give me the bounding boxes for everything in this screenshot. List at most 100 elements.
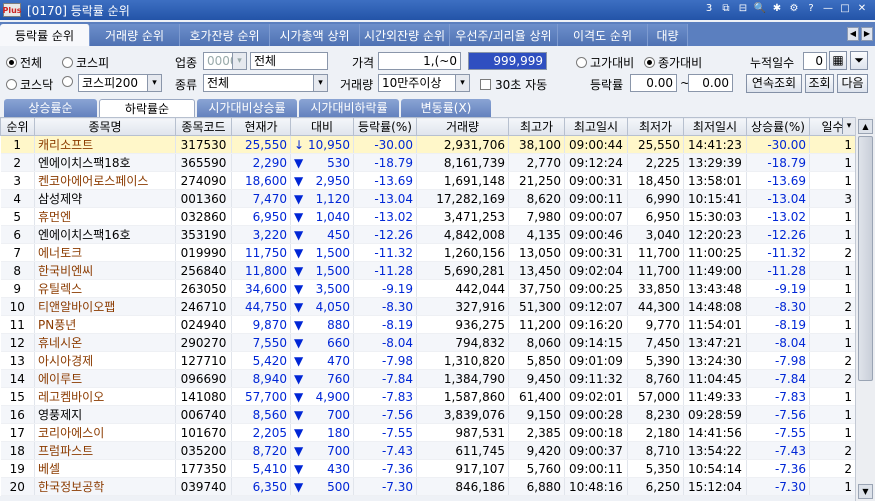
table-row[interactable]: 20 한국정보공학 039740 6,350 ▼ 500 -7.30 846,186 6,880… (0, 477, 856, 496)
filter-button[interactable]: ⏷ (850, 51, 868, 70)
table-row[interactable]: 19 베셀 177350 5,410 ▼ 430 -7.36 917,107 5,760 09:0… (0, 459, 856, 478)
basis-high-radio[interactable]: 고가대비 (576, 54, 634, 71)
table-row[interactable]: 4 삼성제약 001360 7,470 ▼ 1,120 -13.04 17,282,169 8,… (0, 189, 856, 208)
cell-rise-rate: -8.30 (746, 297, 810, 316)
change-value: 500 (327, 479, 350, 494)
col-price[interactable]: 현재가 (231, 117, 291, 136)
table-row[interactable]: 16 영풍제지 006740 8,560 ▼ 700 -7.56 3,839,076 9,150… (0, 405, 856, 424)
pin-icon[interactable]: ✱ (770, 2, 784, 16)
tab-order-book[interactable]: 호가잔량 순위 (180, 24, 270, 46)
cell-volume: 917,107 (416, 459, 509, 478)
price-to-field[interactable]: 999,999 (468, 52, 547, 70)
table-row[interactable]: 11 PN풍년 024940 9,870 ▼ 880 -8.19 936,275 11,200 0… (0, 315, 856, 334)
table-row[interactable]: 8 한국비엔씨 256840 11,800 ▼ 1,500 -11.28 5,690,281 1… (0, 261, 856, 280)
continuous-query-button[interactable]: 연속조회 (746, 74, 802, 93)
table-row[interactable]: 12 휴네시온 290270 7,550 ▼ 660 -8.04 794,832 8,060 09… (0, 333, 856, 352)
rate-from-field[interactable]: 0.00 (630, 74, 677, 92)
days-field[interactable]: 0 (803, 52, 827, 70)
change-value: 4,050 (315, 299, 350, 314)
col-low-time[interactable]: 최저일시 (683, 117, 747, 136)
cell-days: 1 (809, 135, 856, 154)
tab-volatility[interactable]: 변동률(X) (401, 99, 491, 117)
table-row[interactable]: 5 휴먼엔 032860 6,950 ▼ 1,040 -13.02 3,471,253 7,98… (0, 207, 856, 226)
rate-to-field[interactable]: 0.00 (688, 74, 733, 92)
table-row[interactable]: 15 레고켐바이오 141080 57,700 ▼ 4,900 -7.83 1,587,860… (0, 387, 856, 406)
scroll-thumb[interactable] (858, 136, 873, 381)
industry-code-select[interactable]: 0000 (203, 52, 247, 70)
scroll-up-icon[interactable]: ▲ (858, 119, 873, 134)
tab-rise-fall-rate[interactable]: 등락률 순위 (0, 24, 90, 46)
maximize-icon[interactable]: □ (838, 2, 852, 16)
col-change[interactable]: 대비 (290, 117, 354, 136)
cell-low: 2,225 (627, 153, 684, 172)
help-icon[interactable]: ? (804, 2, 818, 16)
vertical-scrollbar[interactable]: ▲ ▼ (855, 117, 875, 501)
market-kosdaq-radio[interactable]: 코스닥 (6, 76, 53, 93)
table-row[interactable]: 1 캐리소프트 317530 25,550 ↓ 10,950 -30.00 2,931,706… (0, 135, 856, 154)
tab-open-rise-rate[interactable]: 시가대비상승률 (197, 99, 297, 117)
col-high-time[interactable]: 최고일시 (564, 117, 628, 136)
col-name[interactable]: 종목명 (34, 117, 176, 136)
table-row[interactable]: 9 유틸렉스 263050 34,600 ▼ 3,500 -9.19 442,044 37,75… (0, 279, 856, 298)
link-icon[interactable]: ⧉ (719, 2, 733, 16)
col-high[interactable]: 최고가 (508, 117, 565, 136)
minimize-panel-icon[interactable]: ⊟ (736, 2, 750, 16)
screen-number-icon[interactable]: 3 (702, 2, 716, 16)
col-volume[interactable]: 거래량 (416, 117, 509, 136)
table-row[interactable]: 14 에이루트 096690 8,940 ▼ 760 -7.84 1,384,790 9,450… (0, 369, 856, 388)
tab-preferred-stock[interactable]: 우선주/괴리율 상위 (450, 24, 558, 46)
cell-rank: 19 (0, 459, 35, 478)
basis-close-radio[interactable]: 종가대비 (644, 54, 702, 71)
index-radio[interactable] (62, 76, 76, 87)
market-all-radio[interactable]: 전체 (6, 54, 42, 71)
cell-price: 6,950 (231, 207, 291, 226)
tab-fall-rate[interactable]: 하락률순 (99, 99, 195, 117)
tab-bulk[interactable]: 대량 (648, 24, 688, 46)
down-arrow-icon: ▼ (294, 245, 304, 260)
col-rise-rate[interactable]: 상승률(%) (746, 117, 810, 136)
table-row[interactable]: 7 에너토크 019990 11,750 ▼ 1,500 -11.32 1,260,156 13… (0, 243, 856, 262)
table-row[interactable]: 13 아시아경제 127710 5,420 ▼ 470 -7.98 1,310,820 5,85… (0, 351, 856, 370)
table-row[interactable]: 3 켄코아에어로스페이스 274090 18,600 ▼ 2,950 -13.69 1,691… (0, 171, 856, 190)
cell-low: 6,950 (627, 207, 684, 226)
col-code[interactable]: 종목코드 (175, 117, 232, 136)
cell-code: 317530 (175, 135, 232, 154)
tab-scroll-left-icon[interactable]: ◀ (847, 27, 859, 41)
table-row[interactable]: 6 엔에이치스팩16호 353190 3,220 ▼ 450 -12.26 4,842,008… (0, 225, 856, 244)
col-rank[interactable]: 순위 (0, 117, 35, 136)
tab-rise-rate[interactable]: 상승률순 (4, 99, 97, 117)
tab-after-hours[interactable]: 시간외잔량 순위 (360, 24, 450, 46)
close-icon[interactable]: ✕ (855, 2, 869, 16)
change-value: 1,120 (315, 191, 350, 206)
type-select[interactable]: 전체 (203, 74, 328, 92)
volume-select[interactable]: 10만주이상 (378, 74, 470, 92)
cell-price: 25,550 (231, 135, 291, 154)
auto-30s-checkbox[interactable]: 30초 자동 (480, 76, 547, 93)
cell-days: 1 (809, 405, 856, 424)
index-select[interactable]: 코스피200 (78, 74, 162, 92)
next-button[interactable]: 다음 (837, 74, 868, 93)
calendar-button[interactable]: ▦ (829, 51, 847, 70)
scroll-down-icon[interactable]: ▼ (858, 484, 873, 499)
tab-scroll-right-icon[interactable]: ▶ (861, 27, 873, 41)
cell-rate: -18.79 (353, 153, 417, 172)
tab-market-cap[interactable]: 시가총액 상위 (270, 24, 360, 46)
col-rate[interactable]: 등락률(%) (353, 117, 417, 136)
table-row[interactable]: 10 티앤알바이오팹 246710 44,750 ▼ 4,050 -8.30 327,916 5… (0, 297, 856, 316)
down-arrow-icon: ↓ (294, 137, 305, 152)
cell-rate: -7.98 (353, 351, 417, 370)
table-row[interactable]: 2 엔에이치스팩18호 365590 2,290 ▼ 530 -18.79 8,161,739… (0, 153, 856, 172)
minimize-icon[interactable]: — (821, 2, 835, 16)
tab-disparity[interactable]: 이격도 순위 (558, 24, 648, 46)
col-low[interactable]: 최저가 (627, 117, 684, 136)
market-kospi-radio[interactable]: 코스피 (62, 54, 109, 71)
settings-icon[interactable]: ⚙ (787, 2, 801, 16)
tab-open-fall-rate[interactable]: 시가대비하락률 (299, 99, 399, 117)
table-row[interactable]: 18 프럼파스트 035200 8,720 ▼ 700 -7.43 611,745 9,420 0… (0, 441, 856, 460)
zoom-icon[interactable]: 🔍 (753, 2, 767, 16)
price-from-field[interactable]: 1,(~0 (378, 52, 461, 70)
tab-volume[interactable]: 거래량 순위 (90, 24, 180, 46)
industry-name-field[interactable]: 전체 (250, 52, 328, 70)
query-button[interactable]: 조회 (805, 74, 834, 93)
table-row[interactable]: 17 코리아에스이 101670 2,205 ▼ 180 -7.55 987,531 2,385… (0, 423, 856, 442)
